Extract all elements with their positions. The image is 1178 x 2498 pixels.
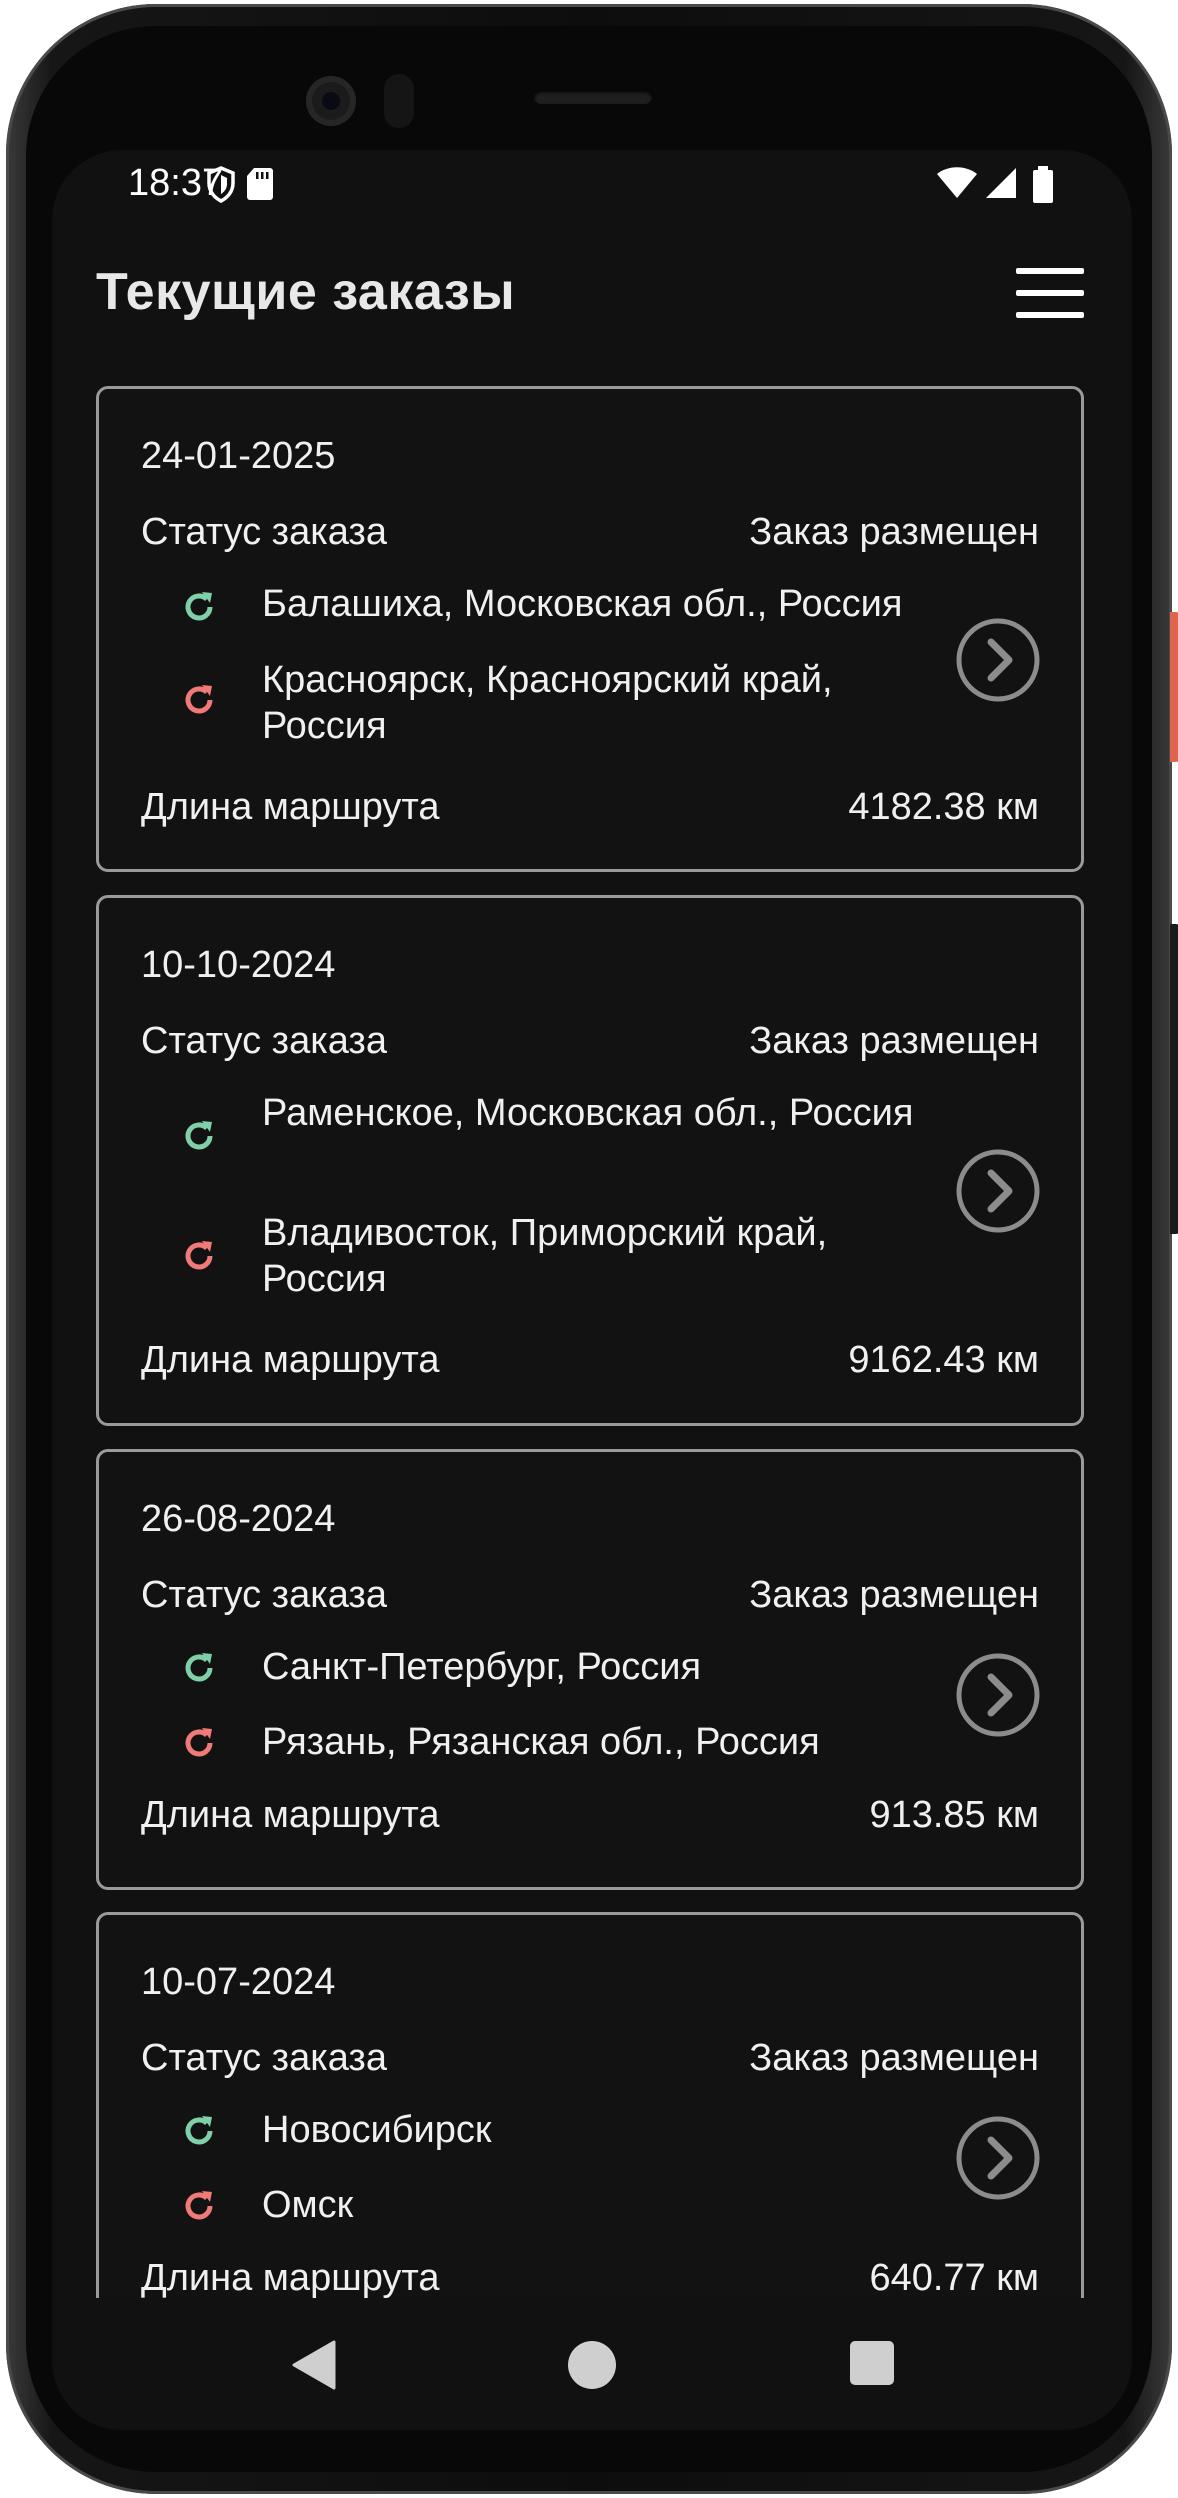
battery-icon	[1033, 166, 1053, 203]
origin-city: Балашиха, Московская обл., Россия	[262, 583, 903, 625]
order-status-label: Статус заказа	[141, 2037, 387, 2079]
order-status-value: Заказ размещен	[749, 2037, 1039, 2079]
back-triangle-icon[interactable]	[290, 2340, 336, 2390]
route-length-label: Длина маршрута	[141, 2257, 440, 2298]
destination-refresh-icon	[185, 1728, 213, 1757]
hamburger-menu-icon	[1016, 268, 1084, 274]
proximity-sensor	[384, 74, 414, 128]
hamburger-menu-icon-line	[1016, 290, 1084, 296]
order-status-value: Заказ размещен	[749, 1574, 1039, 1616]
page-title: Текущие заказы	[96, 263, 516, 321]
origin-refresh-icon	[185, 2116, 213, 2145]
destination-city: Омск	[262, 2184, 354, 2226]
destination-refresh-icon	[185, 685, 213, 714]
order-status-label: Статус заказа	[141, 511, 387, 553]
earpiece-speaker	[534, 90, 652, 104]
status-bar: 18:37	[52, 150, 1132, 220]
origin-refresh-icon	[185, 1653, 213, 1682]
order-status-label: Статус заказа	[141, 1574, 387, 1616]
route-length-label: Длина маршрута	[141, 1794, 440, 1836]
route-length-value: 640.77 км	[869, 2257, 1039, 2298]
cellular-signal-icon	[986, 168, 1016, 198]
route-length-label: Длина маршрута	[141, 1339, 440, 1381]
destination-refresh-icon	[185, 1241, 213, 1270]
chevron-right-circle-icon[interactable]	[955, 1652, 1041, 1738]
order-status-value: Заказ размещен	[749, 511, 1039, 553]
app-screen: 18:37 Текущие заказы 24-01-2025 Статус з…	[52, 150, 1132, 2430]
order-date: 24-01-2025	[141, 435, 336, 477]
route-length-value: 9162.43 км	[848, 1339, 1039, 1381]
volume-rocker	[1170, 924, 1178, 1234]
order-status-label: Статус заказа	[141, 1020, 387, 1062]
hamburger-menu-icon-line	[1016, 312, 1084, 318]
destination-city: Владивосток, Приморский край, Россия	[262, 1212, 828, 1300]
destination-city: Красноярск, Красноярский край, Россия	[262, 659, 833, 747]
hamburger-menu-button[interactable]	[1016, 268, 1084, 320]
chevron-right-circle-icon[interactable]	[955, 2115, 1041, 2201]
destination-refresh-icon	[185, 2191, 213, 2220]
front-camera	[306, 76, 356, 126]
route-length-label: Длина маршрута	[141, 786, 440, 828]
phone-frame: 18:37 Текущие заказы 24-01-2025 Статус з…	[6, 4, 1178, 2494]
chevron-right-circle-icon[interactable]	[955, 617, 1041, 703]
chevron-right-circle-icon[interactable]	[955, 1148, 1041, 1234]
recents-square-icon[interactable]	[849, 2340, 895, 2386]
order-date: 10-10-2024	[141, 944, 336, 986]
home-circle-icon[interactable]	[567, 2340, 617, 2390]
destination-city: Рязань, Рязанская обл., Россия	[262, 1721, 820, 1763]
origin-city: Новосибирск	[262, 2109, 492, 2151]
orders-list[interactable]: 24-01-2025 Статус заказа Заказ размещен …	[96, 386, 1088, 2298]
route-length-value: 913.85 км	[869, 1794, 1039, 1836]
origin-city: Раменское, Московская обл., Россия	[262, 1092, 914, 1134]
route-length-value: 4182.38 км	[848, 786, 1039, 828]
origin-refresh-icon	[185, 1121, 213, 1150]
order-card[interactable]: 26-08-2024 Статус заказа Заказ размещен …	[96, 1449, 1084, 1890]
order-date: 26-08-2024	[141, 1498, 336, 1540]
shield-icon	[207, 166, 235, 203]
sd-card-icon	[247, 168, 273, 200]
order-card[interactable]: 10-07-2024 Статус заказа Заказ размещен …	[96, 1912, 1084, 2298]
origin-city: Санкт-Петербург, Россия	[262, 1646, 702, 1688]
order-date: 10-07-2024	[141, 1961, 336, 2003]
order-card[interactable]: 24-01-2025 Статус заказа Заказ размещен …	[96, 386, 1084, 872]
order-status-value: Заказ размещен	[749, 1020, 1039, 1062]
origin-refresh-icon	[185, 592, 213, 621]
order-card[interactable]: 10-10-2024 Статус заказа Заказ размещен …	[96, 895, 1084, 1426]
power-button	[1170, 612, 1178, 762]
wifi-icon	[937, 167, 977, 198]
